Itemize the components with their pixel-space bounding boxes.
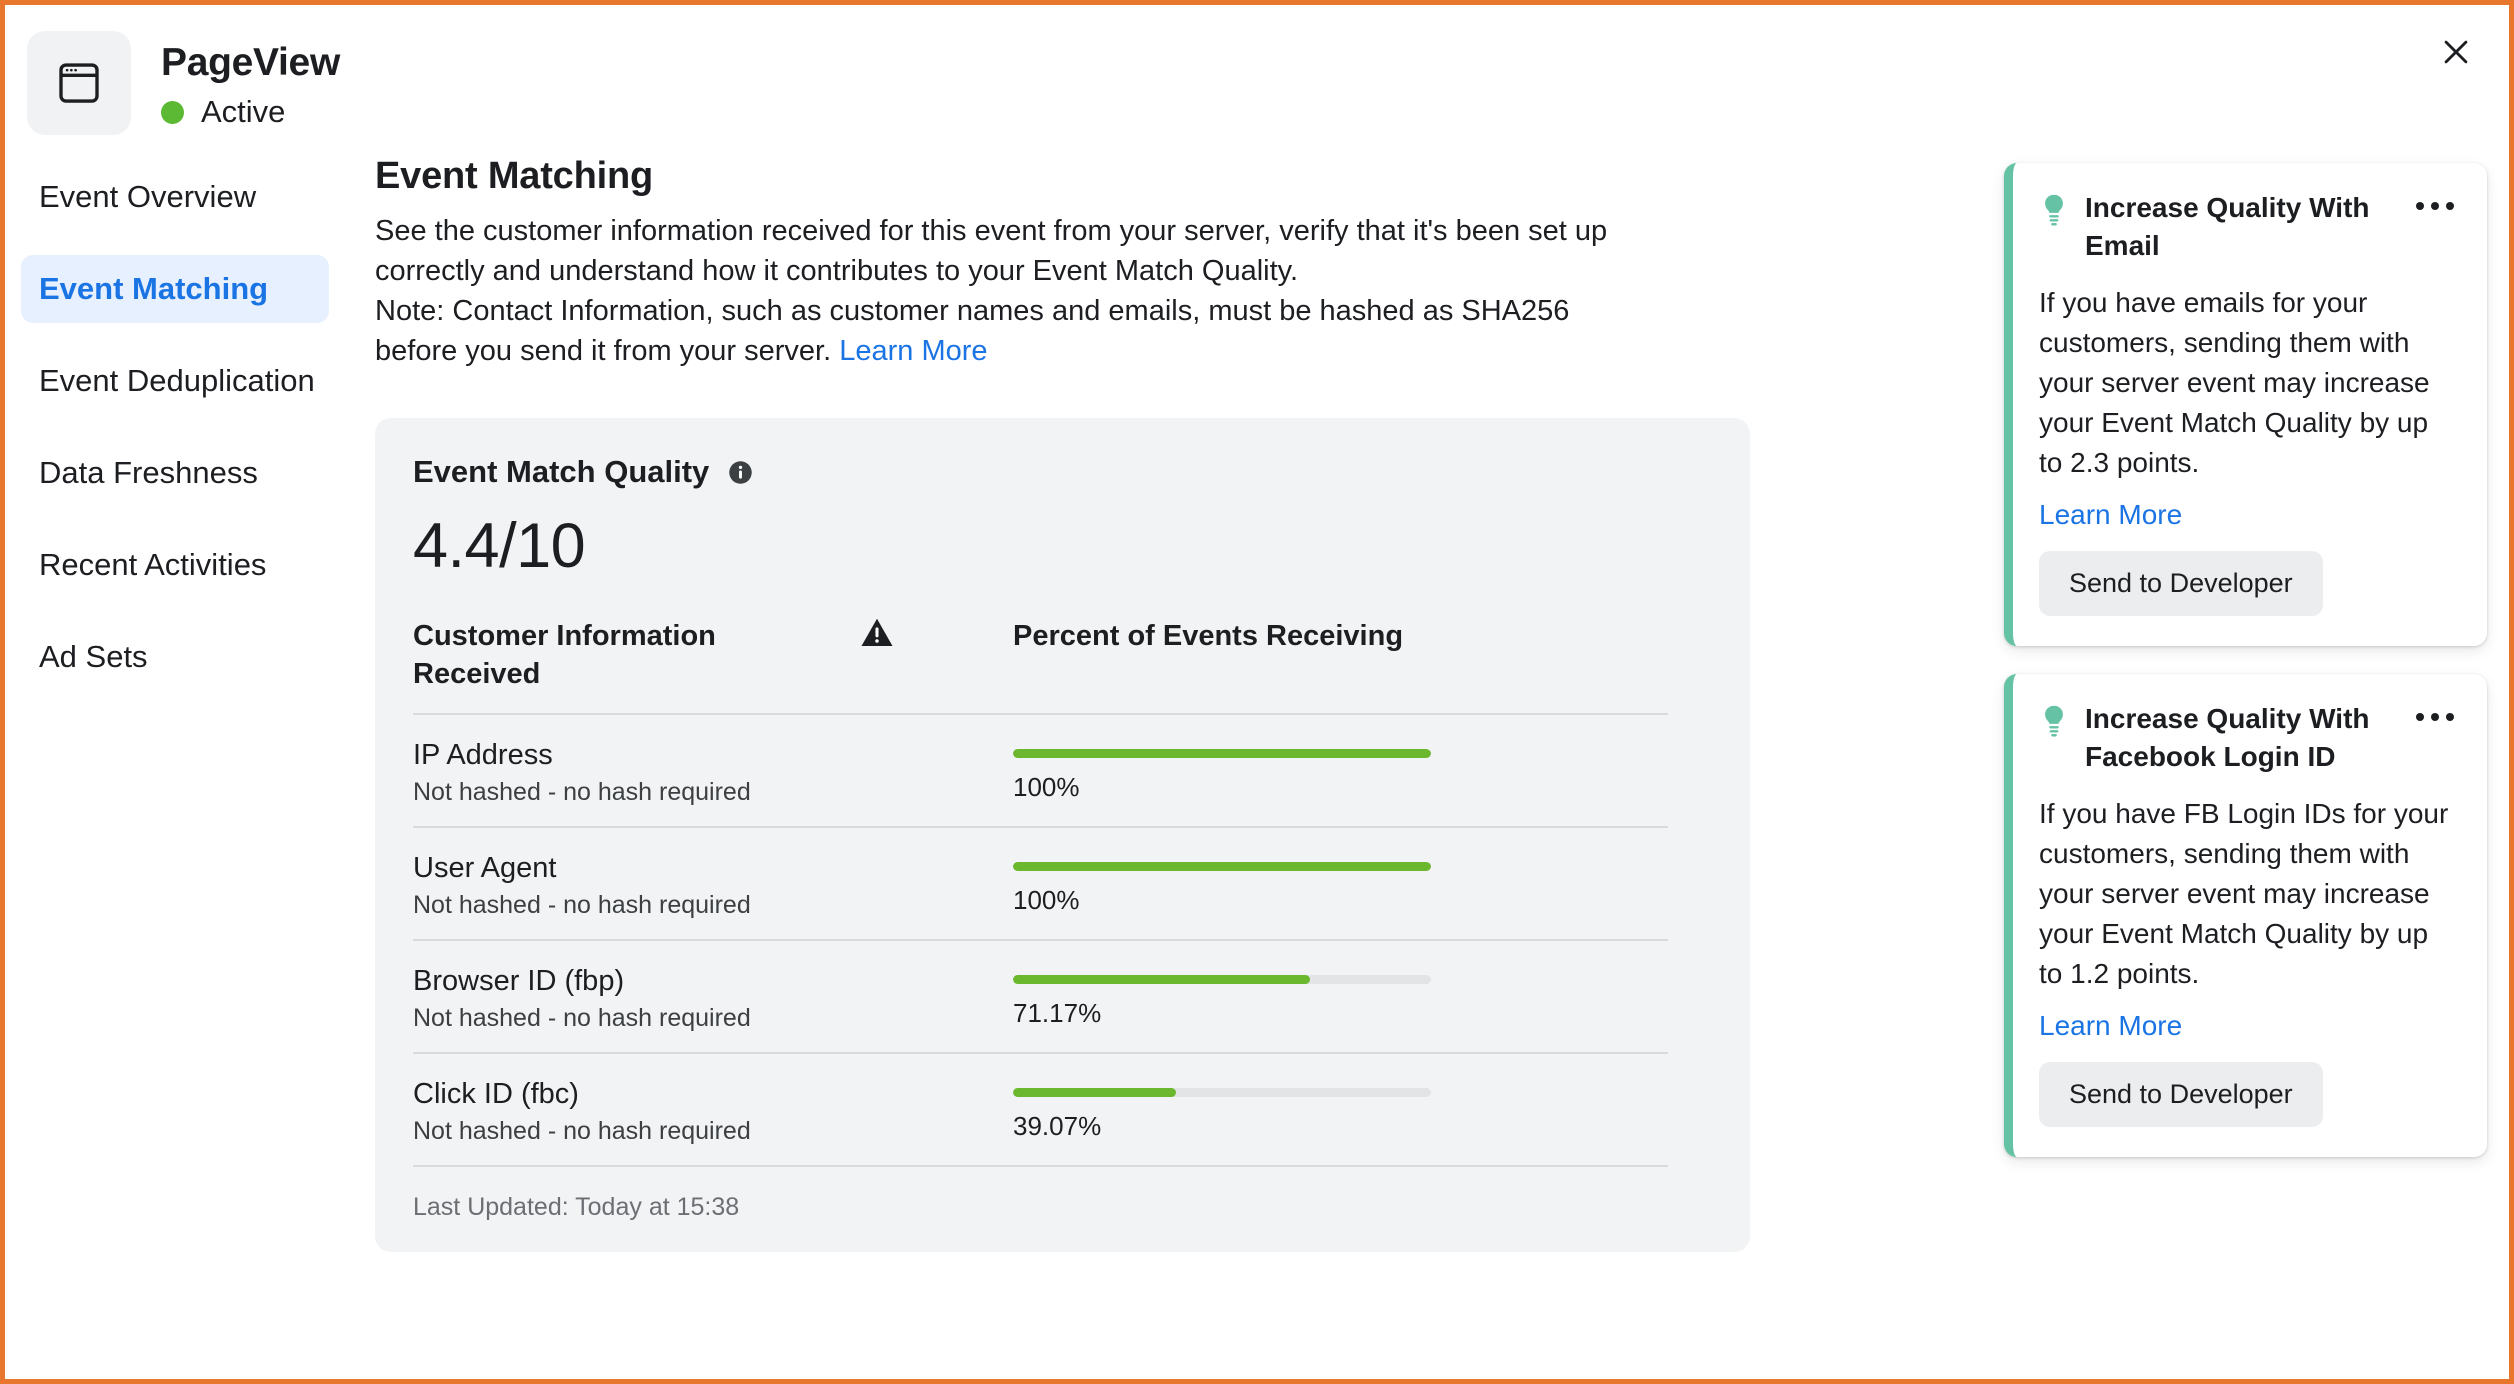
- table-header-row: Customer Information Received: [413, 617, 1668, 715]
- table-row: IP Address Not hashed - no hash required…: [413, 715, 1668, 828]
- event-match-quality-table: Customer Information Received: [413, 617, 1668, 1167]
- recommendation-body: If you have emails for your customers, s…: [2039, 283, 2457, 483]
- recommendation-card-email: Increase Quality With Email If you have …: [2004, 163, 2487, 646]
- event-manager-dialog: PageView Active Event Overview Event Mat…: [0, 0, 2514, 1384]
- progress-bar: 39.07%: [1013, 1076, 1668, 1142]
- description-line-4: before you send it from your server.: [375, 335, 831, 367]
- recommendation-header: Increase Quality With Facebook Login ID: [2039, 700, 2457, 776]
- description-line-1: See the customer information received fo…: [375, 215, 1607, 247]
- lightbulb-icon: [2039, 704, 2069, 738]
- progress-fill: [1013, 1088, 1176, 1097]
- row-sublabel: Not hashed - no hash required: [413, 889, 818, 921]
- recommendation-title: Increase Quality With Facebook Login ID: [2085, 700, 2397, 776]
- progress-track: [1013, 862, 1431, 871]
- warning-triangle-icon[interactable]: [860, 617, 894, 653]
- sidebar-item-event-overview[interactable]: Event Overview: [21, 163, 329, 231]
- row-label: User Agent: [413, 850, 818, 886]
- progress-bar: 100%: [1013, 737, 1668, 803]
- recommendation-header: Increase Quality With Email: [2039, 189, 2457, 265]
- sidebar-item-label: Recent Activities: [39, 547, 266, 583]
- sidebar-item-event-matching[interactable]: Event Matching: [21, 255, 329, 323]
- row-label: Browser ID (fbp): [413, 963, 818, 999]
- row-sublabel: Not hashed - no hash required: [413, 1002, 818, 1034]
- row-sublabel: Not hashed - no hash required: [413, 1115, 818, 1147]
- send-to-developer-button[interactable]: Send to Developer: [2039, 551, 2323, 616]
- progress-bar: 100%: [1013, 850, 1668, 916]
- section-title: Event Matching: [375, 155, 1974, 198]
- sidebar-item-ad-sets[interactable]: Ad Sets: [21, 623, 329, 691]
- progress-track: [1013, 1088, 1431, 1097]
- more-options-icon[interactable]: [2413, 700, 2457, 734]
- progress-fill: [1013, 749, 1431, 758]
- recommendation-card-facebook-login-id: Increase Quality With Facebook Login ID …: [2004, 674, 2487, 1157]
- sidebar-item-label: Event Matching: [39, 271, 268, 307]
- sidebar-item-label: Event Deduplication: [39, 363, 315, 399]
- header-text-block: PageView Active: [161, 31, 340, 130]
- column-header-percent-of-events: Percent of Events Receiving: [1013, 617, 1668, 655]
- recommendation-learn-more-link[interactable]: Learn More: [2039, 1010, 2182, 1042]
- event-match-quality-score: 4.4/10: [413, 512, 1712, 581]
- status-label: Active: [201, 94, 285, 130]
- progress-track: [1013, 975, 1431, 984]
- row-sublabel: Not hashed - no hash required: [413, 776, 818, 808]
- sidebar-nav: Event Overview Event Matching Event Dedu…: [15, 155, 335, 715]
- progress-track: [1013, 749, 1431, 758]
- column-header-customer-information: Customer Information Received: [413, 617, 818, 693]
- progress-fill: [1013, 862, 1431, 871]
- browser-window-icon: [27, 31, 131, 135]
- close-button[interactable]: [2427, 23, 2485, 81]
- row-percent-value: 100%: [1013, 885, 1668, 916]
- row-label: Click ID (fbc): [413, 1076, 818, 1112]
- description-line-3: Note: Contact Information, such as custo…: [375, 295, 1569, 327]
- learn-more-link[interactable]: Learn More: [839, 335, 987, 367]
- recommendation-title: Increase Quality With Email: [2085, 189, 2397, 265]
- row-percent-value: 71.17%: [1013, 998, 1668, 1029]
- send-to-developer-button[interactable]: Send to Developer: [2039, 1062, 2323, 1127]
- recommendations-rail: Increase Quality With Email If you have …: [1974, 155, 2509, 1185]
- description-line-2: correctly and understand how it contribu…: [375, 255, 1298, 287]
- table-row: Browser ID (fbp) Not hashed - no hash re…: [413, 941, 1668, 1054]
- info-icon[interactable]: [727, 459, 754, 486]
- dialog-header: PageView Active: [5, 5, 2509, 155]
- column-header-line-1: Customer Information: [413, 620, 716, 652]
- main-content: Event Matching See the customer informat…: [335, 155, 1974, 1252]
- column-header-line-2: Received: [413, 658, 540, 690]
- page-title: PageView: [161, 41, 340, 85]
- row-label: IP Address: [413, 737, 818, 773]
- row-percent-value: 100%: [1013, 772, 1668, 803]
- quality-card-header: Event Match Quality: [413, 454, 1712, 490]
- table-row: User Agent Not hashed - no hash required…: [413, 828, 1668, 941]
- dialog-body: Event Overview Event Matching Event Dedu…: [5, 155, 2509, 1252]
- last-updated-label: Last Updated: Today at 15:38: [413, 1193, 1712, 1222]
- row-percent-value: 39.07%: [1013, 1111, 1668, 1142]
- sidebar-item-label: Event Overview: [39, 179, 256, 215]
- section-description: See the customer information received fo…: [375, 211, 1705, 371]
- progress-bar: 71.17%: [1013, 963, 1668, 1029]
- sidebar-item-label: Data Freshness: [39, 455, 258, 491]
- progress-fill: [1013, 975, 1310, 984]
- sidebar-item-event-deduplication[interactable]: Event Deduplication: [21, 347, 329, 415]
- close-icon: [2439, 35, 2473, 69]
- status-dot-icon: [161, 101, 184, 124]
- recommendation-body: If you have FB Login IDs for your custom…: [2039, 794, 2457, 994]
- sidebar-item-label: Ad Sets: [39, 639, 148, 675]
- event-match-quality-card: Event Match Quality 4.4/10: [375, 418, 1750, 1252]
- recommendation-learn-more-link[interactable]: Learn More: [2039, 499, 2182, 531]
- table-row: Click ID (fbc) Not hashed - no hash requ…: [413, 1054, 1668, 1167]
- lightbulb-icon: [2039, 193, 2069, 227]
- status-badge: Active: [161, 94, 340, 130]
- sidebar-item-recent-activities[interactable]: Recent Activities: [21, 531, 329, 599]
- quality-card-title: Event Match Quality: [413, 454, 709, 490]
- sidebar-item-data-freshness[interactable]: Data Freshness: [21, 439, 329, 507]
- more-options-icon[interactable]: [2413, 189, 2457, 223]
